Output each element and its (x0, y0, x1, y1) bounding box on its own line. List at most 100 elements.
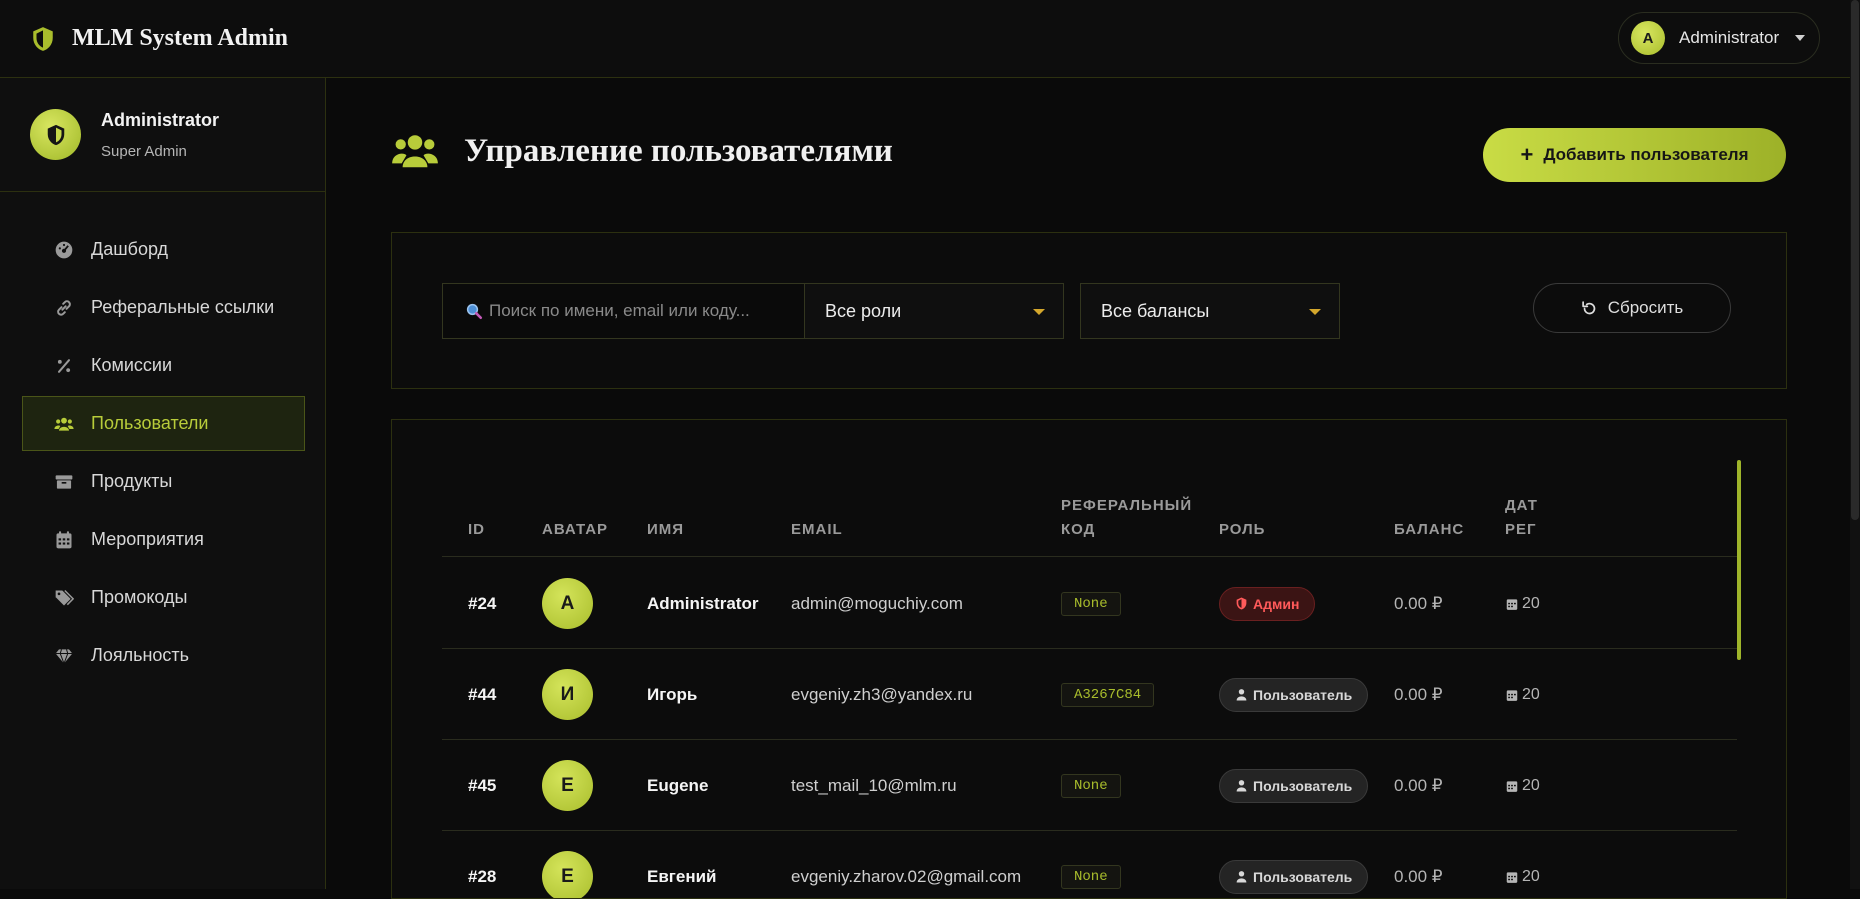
page-title: Управление пользователями (464, 132, 893, 169)
cell-email: test_mail_10@mlm.ru (791, 775, 957, 795)
link-icon (53, 297, 75, 319)
sidebar-item-loyalty[interactable]: Лояльность (22, 628, 305, 683)
header-ref-code-line1: РЕФЕРАЛЬНЫЙ (1061, 497, 1193, 514)
cell-name: Игорь (647, 684, 698, 704)
cell-id: #45 (468, 775, 497, 795)
balance-select-value: Все балансы (1101, 300, 1210, 321)
cell-date: 20 (1505, 649, 1540, 740)
chevron-down-icon (1309, 309, 1321, 315)
app-title: MLM System Admin (72, 25, 288, 51)
box-icon (53, 471, 75, 493)
header-ref-code[interactable]: РЕФЕРАЛЬНЫЙ КОД (1061, 494, 1192, 542)
cell-balance: 0.00 ₽ (1394, 593, 1443, 613)
sidebar-item-label: Комиссии (91, 355, 173, 375)
cell-email: evgeniy.zh3@yandex.ru (791, 684, 973, 704)
search-icon (466, 303, 483, 320)
sidebar-item-dashboard[interactable]: Дашборд (22, 222, 305, 277)
shield-icon (47, 124, 64, 145)
cell-id: #24 (468, 593, 497, 613)
plus-icon: + (1520, 142, 1534, 167)
search-box[interactable] (442, 283, 861, 339)
tags-icon (53, 587, 75, 609)
sidebar-item-label: Продукты (91, 471, 173, 491)
avatar: E (542, 760, 593, 811)
cell-name: Administrator (647, 593, 759, 613)
ref-code-badge: A3267C84 (1061, 682, 1155, 707)
page-scrollbar-thumb[interactable] (1851, 0, 1859, 520)
header-ref-code-line2: КОД (1061, 521, 1096, 538)
header-balance[interactable]: БАЛАНС (1394, 518, 1464, 542)
brand[interactable]: MLM System Admin (30, 25, 288, 52)
header-email[interactable]: EMAIL (791, 518, 843, 542)
sidebar-item-promocodes[interactable]: Промокоды (22, 570, 305, 625)
sidebar-item-label: Промокоды (91, 587, 188, 607)
ref-code-badge: None (1061, 773, 1121, 798)
filters-panel: Все роли Все балансы Сбросить (391, 232, 1787, 389)
users-table: ID АВАТАР ИМЯ EMAIL РЕФЕРАЛЬНЫЙ КОД РОЛЬ… (442, 460, 1737, 898)
cell-avatar: E (542, 740, 593, 831)
users-icon (392, 135, 438, 168)
cell-ref-code: None (1061, 740, 1121, 831)
role-label: Админ (1253, 595, 1300, 612)
page-scrollbar[interactable] (1850, 0, 1860, 889)
sidebar: Administrator Super Admin Дашборд Рефера… (0, 78, 326, 889)
role-label: Пользователь (1253, 686, 1353, 703)
balance-select[interactable]: Все балансы (1080, 283, 1340, 339)
calendar-icon (53, 529, 75, 551)
sidebar-item-label: Пользователи (91, 413, 209, 433)
header-id[interactable]: ID (468, 518, 485, 542)
table-row[interactable]: #44 И Игорь evgeniy.zh3@yandex.ru A3267C84 По… (442, 649, 1737, 740)
table-row[interactable]: #24 A Administrator admin@moguchiy.com None А… (442, 558, 1737, 649)
sidebar-item-label: Лояльность (91, 645, 190, 665)
cell-date: 20 (1505, 740, 1540, 831)
shield-icon (1236, 597, 1247, 610)
sidebar-item-commissions[interactable]: Комиссии (22, 338, 305, 393)
role-label: Пользователь (1253, 868, 1353, 885)
reset-button[interactable]: Сбросить (1533, 283, 1731, 333)
table-header: ID АВАТАР ИМЯ EMAIL РЕФЕРАЛЬНЫЙ КОД РОЛЬ… (442, 460, 1737, 557)
cell-avatar: И (542, 649, 593, 740)
avatar: E (542, 851, 593, 898)
header-date[interactable]: ДАТ РЕГ (1505, 494, 1538, 542)
calendar-icon (1506, 689, 1518, 701)
header-role[interactable]: РОЛЬ (1219, 518, 1265, 542)
date-value: 20 (1522, 685, 1540, 703)
sidebar-item-events[interactable]: Мероприятия (22, 512, 305, 567)
header-avatar[interactable]: АВАТАР (542, 518, 608, 542)
user-menu[interactable]: A Administrator (1618, 12, 1820, 64)
date-value: 20 (1522, 867, 1540, 885)
role-select[interactable]: Все роли (804, 283, 1064, 339)
role-badge: Админ (1219, 586, 1316, 621)
shield-icon (33, 26, 53, 51)
header-date-line1: ДАТ (1505, 497, 1538, 514)
role-label: Пользователь (1253, 777, 1353, 794)
cell-ref-code: None (1061, 558, 1121, 649)
page-header: Управление пользователями (392, 131, 893, 171)
user-icon (1236, 871, 1247, 883)
sidebar-item-label: Реферальные ссылки (91, 297, 275, 317)
profile-avatar (30, 109, 81, 160)
table-scrollbar[interactable] (1737, 460, 1741, 660)
cell-role: Пользователь (1219, 649, 1369, 740)
role-badge: Пользователь (1219, 677, 1369, 712)
calendar-icon (1506, 871, 1518, 883)
profile-role: Super Admin (101, 142, 187, 160)
role-badge: Пользователь (1219, 768, 1369, 803)
add-user-button[interactable]: + Добавить пользователя (1483, 128, 1786, 182)
sidebar-item-products[interactable]: Продукты (22, 454, 305, 509)
table-row[interactable]: #45 E Eugene test_mail_10@mlm.ru None Пользов… (442, 740, 1737, 831)
undo-icon (1581, 300, 1596, 314)
top-bar: MLM System Admin A Administrator (0, 0, 1860, 78)
user-menu-name: Administrator (1679, 28, 1780, 47)
cell-balance: 0.00 ₽ (1394, 775, 1443, 795)
cell-avatar: A (542, 558, 593, 649)
calendar-icon (1506, 598, 1518, 610)
user-icon (1236, 689, 1247, 701)
search-input[interactable] (489, 301, 849, 321)
sidebar-item-referral-links[interactable]: Реферальные ссылки (22, 280, 305, 335)
cell-name: Eugene (647, 775, 709, 795)
sidebar-item-users[interactable]: Пользователи (22, 396, 305, 451)
header-name[interactable]: ИМЯ (647, 518, 684, 542)
users-icon (53, 413, 75, 435)
reset-button-label: Сбросить (1607, 298, 1684, 317)
